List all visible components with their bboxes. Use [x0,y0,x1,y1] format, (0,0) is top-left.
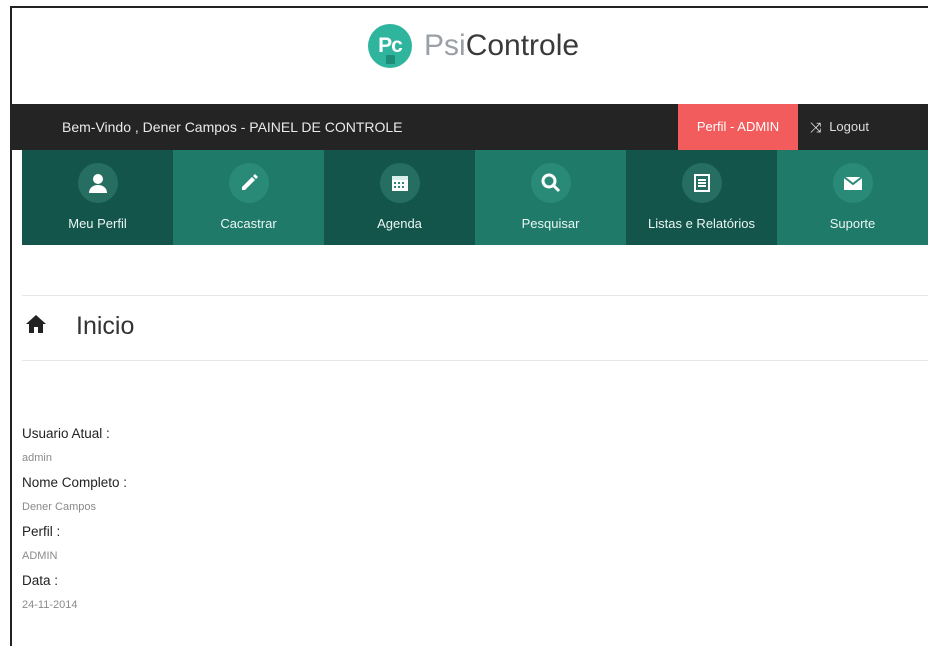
search-icon [530,163,571,203]
page-frame [10,6,928,646]
profile-badge[interactable]: Perfil - ADMIN [678,104,798,150]
welcome-text: Bem-Vindo , Dener Campos - PAINEL DE CON… [62,119,403,135]
profile-label: Perfil : [22,524,61,539]
home-icon [24,313,48,340]
profile-value: ADMIN [22,550,58,562]
divider-top [22,295,928,296]
date-label: Data : [22,573,59,588]
nav-label: Meu Perfil [68,216,127,231]
logout-button[interactable]: ⤨ Logout [810,104,869,150]
control-panel-bar: Bem-Vindo , Dener Campos - PAINEL DE CON… [10,104,928,150]
nav-item-listas-relatorios[interactable]: Listas e Relatórios [626,150,777,245]
shuffle-icon: ⤨ [810,119,822,135]
user-value: admin [22,452,52,464]
pencil-icon [228,163,269,203]
nav-item-suporte[interactable]: Suporte [777,150,928,245]
brand-name-strong: Controle [465,29,580,62]
logo-calendar-mini-icon [386,55,395,64]
logout-label: Logout [829,119,869,134]
nav-label: Cacastrar [220,216,277,231]
user-icon [77,163,118,203]
nav-item-cacastrar[interactable]: Cacastrar [173,150,324,245]
brand-name-light: Psi [424,29,466,62]
nav-label: Suporte [829,216,876,231]
date-value: 24-11-2014 [22,599,78,611]
brand-name: PsiControle [424,29,579,63]
nav-label: Pesquisar [521,216,580,231]
nav-item-pesquisar[interactable]: Pesquisar [475,150,626,245]
full-name-value: Dener Campos [22,501,96,513]
main-nav: Meu Perfil Cacastrar Agenda Pesquisar Li… [22,150,928,245]
logo-badge: Pc [368,24,412,68]
divider-bottom [22,360,928,361]
nav-item-meu-perfil[interactable]: Meu Perfil [22,150,173,245]
list-icon [681,163,722,203]
nav-label: Listas e Relatórios [648,216,755,231]
nav-label: Agenda [377,216,422,231]
page-header: Inicio [24,312,134,341]
calendar-icon [379,163,420,203]
user-info-panel: Usuario Atual : admin Nome Completo : De… [22,424,127,620]
nav-item-agenda[interactable]: Agenda [324,150,475,245]
envelope-icon [832,163,873,203]
brand-logo[interactable]: Pc PsiControle [368,22,579,70]
page-title: Inicio [76,312,135,340]
user-label: Usuario Atual : [22,426,110,441]
full-name-label: Nome Completo : [22,475,128,490]
